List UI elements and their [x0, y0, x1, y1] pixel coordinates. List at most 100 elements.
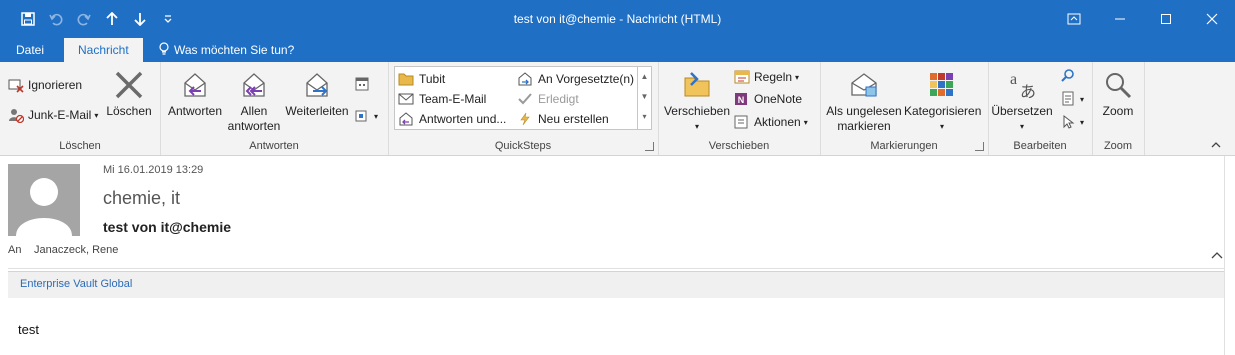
zoom-label: Zoom [1102, 104, 1134, 118]
quickstep-done-label: Erledigt [538, 91, 579, 106]
more-respond-button[interactable]: ▾ [354, 106, 378, 126]
quickstep-to-manager-label: An Vorgesetzte(n) [538, 71, 635, 86]
move-label: Verschieben [663, 104, 731, 118]
find-button[interactable] [1060, 66, 1080, 86]
delete-icon [104, 66, 154, 104]
reply-all-icon [224, 66, 284, 104]
select-button[interactable]: ▾ [1060, 112, 1084, 132]
mark-unread-label-2: markieren [837, 119, 891, 133]
group-edit: aあ Übersetzen ▾ ▾ ▾ Bearbeiten [988, 62, 1093, 155]
translate-button[interactable]: aあ Übersetzen ▾ [990, 66, 1054, 134]
collapse-header-icon[interactable] [1211, 248, 1223, 262]
tags-launcher-icon[interactable] [975, 142, 984, 151]
onenote-label: OneNote [754, 92, 803, 106]
window-title: test von it@chemie - Nachricht (HTML) [513, 12, 722, 26]
mark-unread-icon [824, 66, 904, 104]
quickstep-to-manager[interactable]: An Vorgesetzte(n) [517, 69, 634, 88]
expand-gallery-icon[interactable]: ▾ [638, 107, 651, 127]
title-bar: test von it@chemie - Nachricht (HTML) [0, 0, 1235, 38]
quickstep-done[interactable]: Erledigt [517, 89, 579, 108]
related-button[interactable]: ▾ [1060, 89, 1084, 109]
group-label-zoom: Zoom [1103, 140, 1133, 152]
ignore-button[interactable]: Ignorieren [8, 75, 82, 95]
junk-mail-dropdown-icon: ▾ [94, 110, 99, 120]
related-dropdown-icon: ▾ [1080, 94, 1085, 104]
onenote-button[interactable]: N OneNote [734, 89, 802, 109]
junk-mail-label: Junk-E-Mail [28, 108, 92, 122]
enterprise-vault-link[interactable]: Enterprise Vault Global [20, 278, 132, 290]
tell-me-box[interactable]: Was möchten Sie tun? [158, 38, 294, 62]
actions-button[interactable]: Aktionen ▾ [734, 112, 808, 132]
mark-unread-button[interactable]: Als ungelesen markieren [824, 66, 904, 134]
close-icon[interactable] [1189, 0, 1235, 38]
categorize-icon [904, 66, 980, 104]
zoom-button[interactable]: Zoom [1094, 66, 1142, 119]
svg-text:あ: あ [1020, 82, 1036, 101]
checkmark-icon [518, 92, 532, 104]
message-date: Mi 16.01.2019 13:29 [103, 164, 204, 176]
reply-all-button[interactable]: Allen antworten [224, 66, 284, 134]
tab-file[interactable]: Datei [2, 38, 58, 62]
quickstep-create-new[interactable]: Neu erstellen [517, 109, 609, 128]
scroll-up-icon[interactable]: ▲ [638, 67, 651, 87]
reply-button[interactable]: Antworten [164, 66, 226, 119]
actions-label: Aktionen [754, 115, 801, 129]
junk-mail-icon [9, 109, 24, 123]
categorize-button[interactable]: Kategorisieren ▾ [904, 66, 981, 134]
move-button[interactable]: Verschieben ▾ [662, 66, 732, 134]
more-respond-icon [355, 110, 367, 122]
minimize-icon[interactable] [1097, 0, 1143, 38]
lightbulb-icon [159, 42, 169, 55]
rules-icon [734, 70, 750, 84]
rules-dropdown-icon: ▾ [795, 72, 800, 82]
forward-label: Weiterleiten [285, 104, 349, 118]
translate-dropdown-icon: ▾ [1019, 122, 1024, 131]
group-label-move: Verschieben [708, 140, 770, 152]
group-label-quicksteps: QuickSteps [494, 140, 552, 152]
vertical-scrollbar[interactable] [1224, 156, 1235, 355]
message-header: Mi 16.01.2019 13:29 chemie, it test von … [0, 156, 1235, 268]
lightning-icon [520, 112, 530, 125]
to-recipient[interactable]: Janaczeck, Rene [34, 244, 118, 256]
person-icon [16, 178, 72, 236]
ignore-label: Ignorieren [28, 78, 83, 92]
quicksteps-launcher-icon[interactable] [645, 142, 654, 151]
group-label-tags: Markierungen [870, 140, 938, 152]
quickstep-create-new-label: Neu erstellen [538, 111, 609, 126]
forward-button[interactable]: Weiterleiten [284, 66, 350, 119]
quickstep-team-email-label: Team-E-Mail [419, 91, 487, 106]
ribbon-display-options-icon[interactable] [1051, 0, 1097, 38]
group-tags: Als ungelesen markieren Kategorisieren ▾… [820, 62, 989, 155]
delete-button[interactable]: Löschen [104, 66, 154, 119]
onenote-icon: N [735, 93, 747, 105]
quicksteps-gallery: Tubit Team-E-Mail Antworten und... An Vo… [394, 66, 652, 130]
reply-delete-icon [399, 111, 413, 125]
scroll-down-icon[interactable]: ▼ [638, 87, 651, 107]
enterprise-vault-bar: Enterprise Vault Global [8, 271, 1225, 298]
zoom-icon [1094, 66, 1142, 104]
message-body: test [18, 322, 39, 337]
maximize-icon[interactable] [1143, 0, 1189, 38]
translate-label: Übersetzen [991, 104, 1053, 118]
avatar [8, 164, 80, 236]
categorize-dropdown-icon: ▾ [939, 122, 944, 131]
junk-mail-button[interactable]: Junk-E-Mail ▾ [8, 105, 98, 125]
quickstep-team-email[interactable]: Team-E-Mail [398, 89, 486, 108]
group-zoom: Zoom Zoom [1092, 62, 1145, 155]
quickstep-reply-delete[interactable]: Antworten und... [398, 109, 506, 128]
collapse-ribbon-icon[interactable] [1211, 140, 1221, 151]
quickstep-reply-delete-label: Antworten und... [419, 111, 507, 126]
quicksteps-scrollbar[interactable]: ▲ ▼ ▾ [637, 67, 651, 129]
group-delete: Ignorieren Junk-E-Mail ▾ Löschen Löschen [0, 62, 161, 155]
ribbon: Ignorieren Junk-E-Mail ▾ Löschen Löschen… [0, 62, 1235, 156]
rules-button[interactable]: Regeln ▾ [734, 67, 799, 87]
tell-me-label: Was möchten Sie tun? [174, 43, 295, 57]
quickstep-tubit[interactable]: Tubit [398, 69, 445, 88]
reply-all-label-2: antworten [227, 119, 281, 133]
tab-message[interactable]: Nachricht [64, 38, 143, 62]
message-sender[interactable]: chemie, it [103, 188, 180, 209]
forward-icon [284, 66, 350, 104]
cursor-icon [1063, 114, 1075, 129]
meeting-reply-button[interactable] [354, 74, 374, 94]
svg-text:a: a [1010, 71, 1017, 88]
